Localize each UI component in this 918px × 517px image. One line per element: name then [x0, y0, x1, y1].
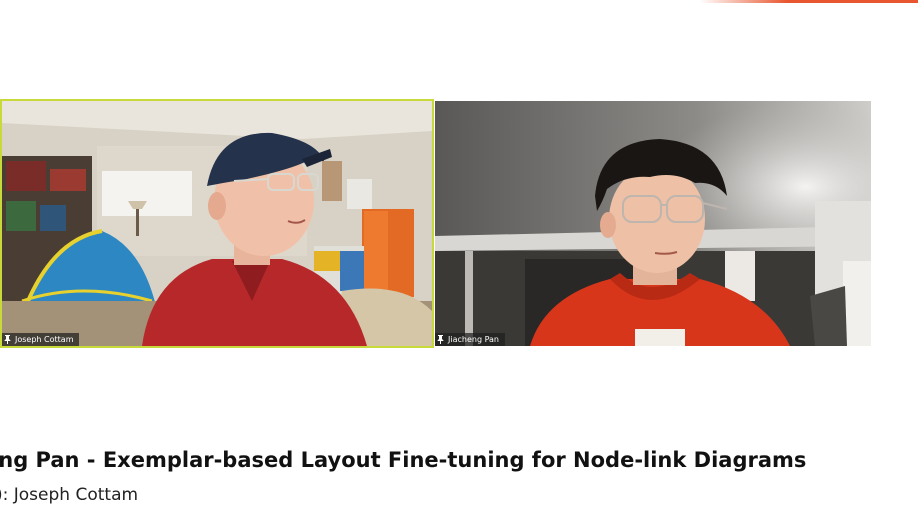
name-tag-jiacheng-pan: Jiacheng Pan [435, 333, 506, 346]
video-feed-jiacheng-pan [435, 101, 871, 346]
presentation-frame: Joseph Cottam Jiacheng Pan eng Pan - Exe… [0, 0, 918, 517]
video-tile-jiacheng-pan[interactable]: Jiacheng Pan [435, 101, 871, 346]
participant-name: Joseph Cottam [15, 335, 74, 344]
participant-name: Jiacheng Pan [448, 335, 500, 344]
pin-icon [437, 335, 444, 344]
name-tag-joseph-cottam: Joseph Cottam [2, 333, 80, 346]
talk-subtitle: ): Joseph Cottam [0, 485, 139, 505]
top-accent-bar [700, 0, 918, 3]
pin-icon [4, 335, 11, 344]
video-feed-joseph-cottam [2, 101, 432, 346]
video-tile-joseph-cottam[interactable]: Joseph Cottam [0, 99, 434, 348]
talk-title: eng Pan - Exemplar-based Layout Fine-tun… [0, 448, 807, 472]
